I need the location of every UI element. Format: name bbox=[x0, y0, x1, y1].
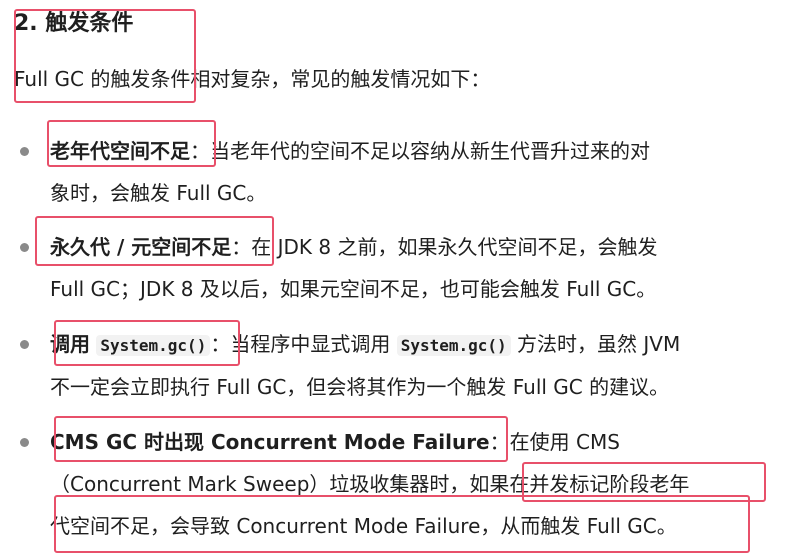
separator: ： bbox=[190, 139, 210, 163]
item-text-continued: 不一定会立即执行 Full GC，但会将其作为一个触发 Full GC 的建议。 bbox=[50, 375, 670, 399]
intro-paragraph: Full GC 的触发条件相对复杂，常见的触发情况如下： bbox=[14, 67, 491, 91]
list-item-line: CMS GC 时出现 Concurrent Mode Failure：在使用 C… bbox=[50, 427, 620, 457]
item-text: 当程序中显式调用 bbox=[230, 332, 391, 356]
bullet-icon bbox=[20, 340, 29, 349]
item-text-continued: 象时，会触发 Full GC。 bbox=[50, 181, 267, 205]
inline-code: System.gc() bbox=[396, 335, 511, 356]
bullet-icon bbox=[20, 438, 29, 447]
item-text-continued: 代空间不足，会导致 Concurrent Mode Failure，从而触发 F… bbox=[50, 514, 677, 538]
separator: ： bbox=[489, 430, 510, 454]
document-page: 2. 触发条件 Full GC 的触发条件相对复杂，常见的触发情况如下： 老年代… bbox=[0, 0, 805, 560]
item-term: 老年代空间不足 bbox=[50, 139, 190, 163]
inline-code: System.gc() bbox=[96, 335, 211, 356]
list-item-line: 老年代空间不足：当老年代的空间不足以容纳从新生代晋升过来的对 bbox=[50, 136, 650, 166]
item-text: 方法时，虽然 JVM bbox=[517, 332, 681, 356]
bullet-icon bbox=[20, 243, 29, 252]
item-text: 在使用 CMS bbox=[509, 430, 620, 454]
section-heading: 2. 触发条件 bbox=[14, 11, 134, 36]
bullet-icon bbox=[20, 147, 29, 156]
item-text: 当老年代的空间不足以容纳从新生代晋升过来的对 bbox=[210, 139, 650, 163]
separator: ： bbox=[231, 235, 252, 259]
item-text: 在 JDK 8 之前，如果永久代空间不足，会触发 bbox=[251, 235, 658, 259]
item-text-continued: （Concurrent Mark Sweep）垃圾收集器时，如果在并发标记阶段老… bbox=[50, 472, 690, 496]
separator: ： bbox=[210, 332, 231, 356]
item-term: 调用 bbox=[50, 332, 90, 356]
item-term: CMS GC 时出现 Concurrent Mode Failure bbox=[50, 430, 490, 454]
list-item-line: 调用 System.gc() ：当程序中显式调用 System.gc() 方法时，… bbox=[50, 329, 680, 361]
item-term: 永久代 / 元空间不足 bbox=[50, 235, 232, 259]
list-item-line: 永久代 / 元空间不足：在 JDK 8 之前，如果永久代空间不足，会触发 bbox=[50, 232, 657, 262]
item-text-continued: Full GC；JDK 8 及以后，如果元空间不足，也可能会触发 Full GC… bbox=[50, 277, 657, 301]
